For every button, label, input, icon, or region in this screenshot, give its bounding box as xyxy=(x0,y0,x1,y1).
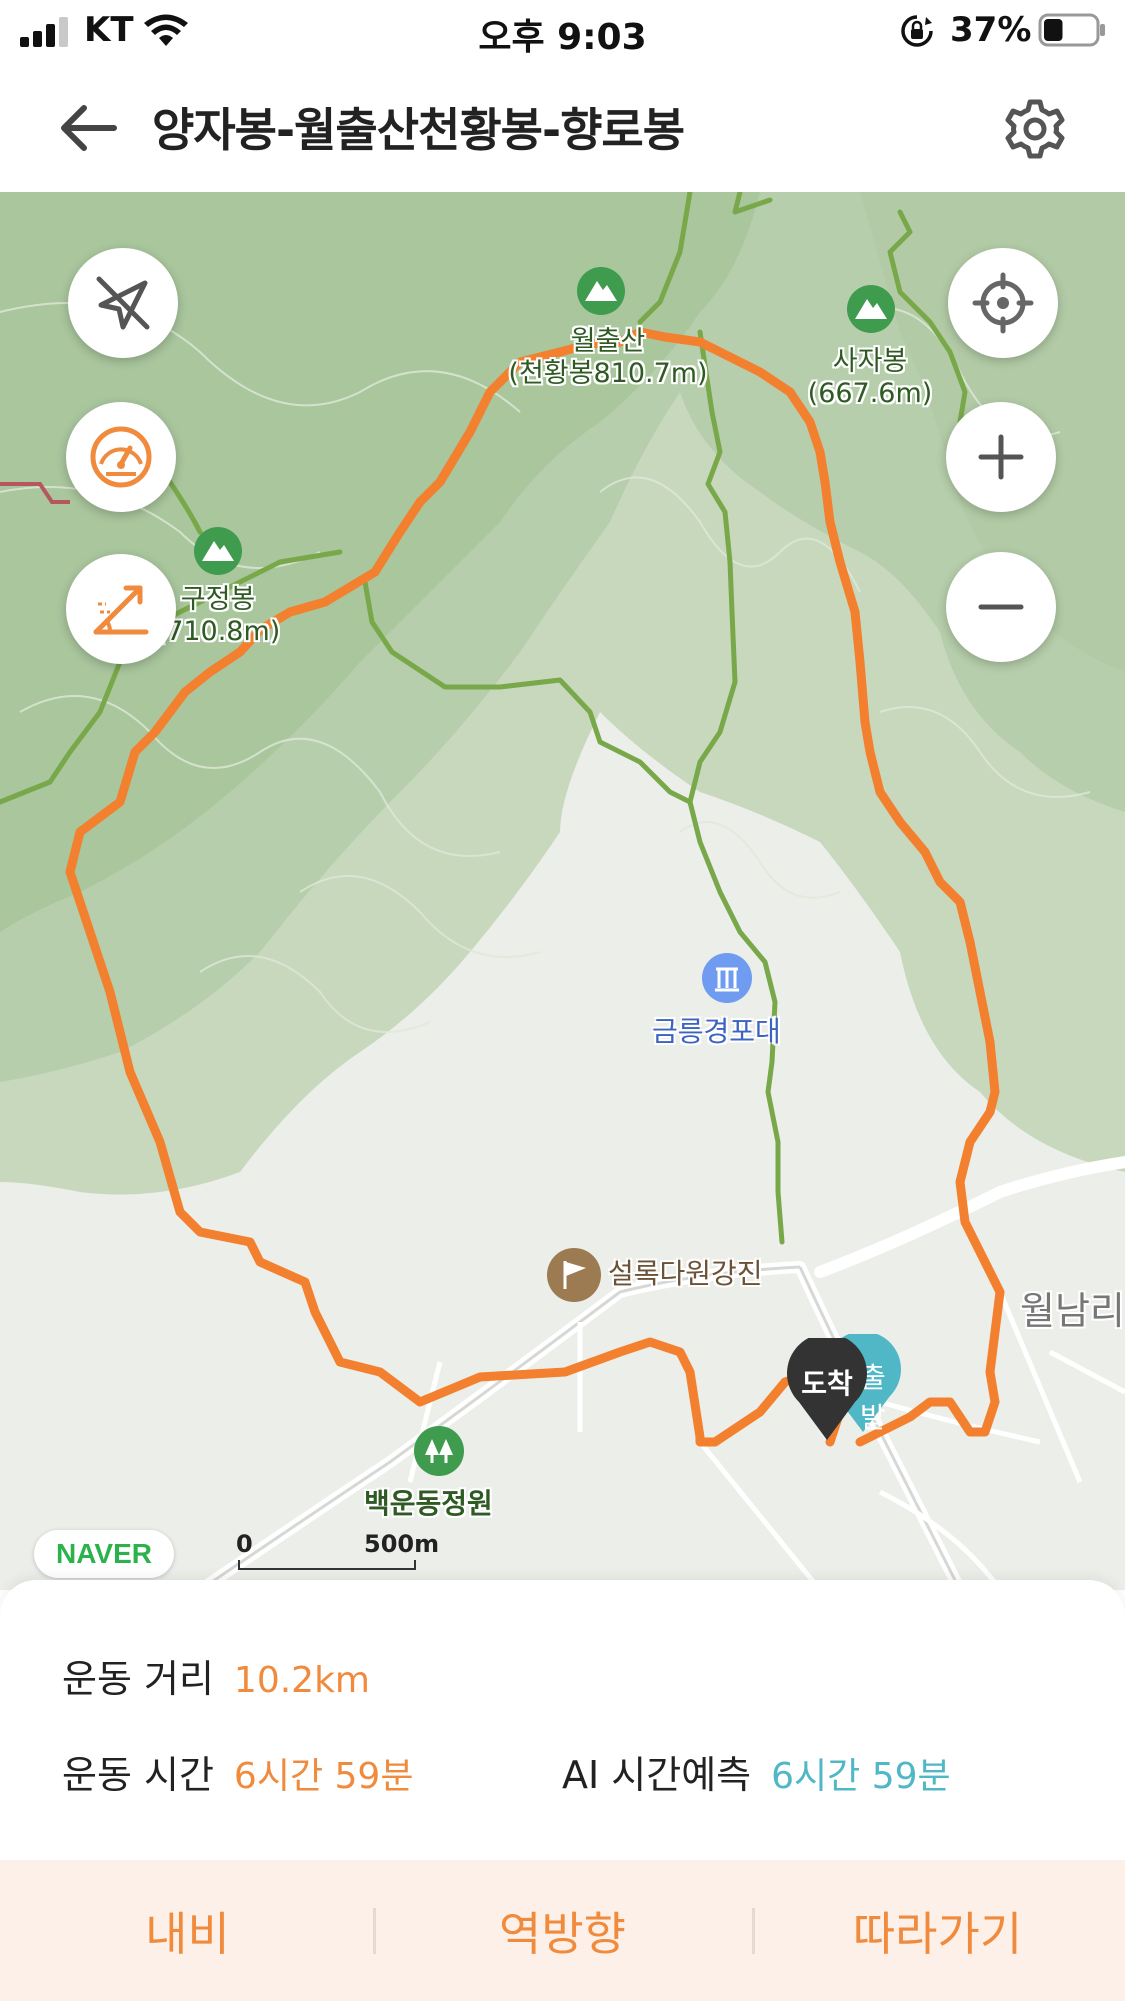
region-label: 월남리 xyxy=(1020,1289,1125,1333)
reverse-button[interactable]: 역방향 xyxy=(375,1860,750,2001)
arrival-marker[interactable]: 도착 xyxy=(782,1338,872,1442)
poi-label: 금릉경포대 xyxy=(652,1015,781,1048)
back-button[interactable] xyxy=(56,100,120,156)
map-scale: 0 500m xyxy=(236,1530,439,1570)
locate-icon xyxy=(972,272,1034,334)
distance-stat: 운동 거리 10.2km xyxy=(62,1648,370,1703)
scale-bar xyxy=(238,1560,416,1570)
status-bar: KT 오후 9:03 37% xyxy=(0,0,1125,64)
waterfall-icon xyxy=(702,953,752,1003)
time-label: 운동 시간 xyxy=(62,1753,214,1797)
time-value: 6시간 59분 xyxy=(233,1756,414,1797)
peak-label: 사자봉 (667.6m) xyxy=(807,346,933,409)
ai-time-stat: AI 시간예측 6시간 59분 xyxy=(562,1744,951,1799)
flag-icon xyxy=(547,1248,601,1302)
scale-distance: 500m xyxy=(364,1530,440,1558)
zoom-in-icon xyxy=(978,434,1024,480)
distance-label: 운동 거리 xyxy=(62,1657,214,1701)
map-terrain xyxy=(0,192,1125,1590)
action-bar: 내비 역방향 따라가기 xyxy=(0,1860,1125,2001)
page-title: 양자봉-월출산천황봉-향로봉 xyxy=(152,103,685,157)
elevation-icon xyxy=(93,585,149,635)
compass-toggle-button[interactable] xyxy=(68,248,178,358)
distance-value: 10.2km xyxy=(233,1660,370,1701)
battery-percent: 37% xyxy=(950,10,1032,50)
speedometer-icon xyxy=(90,426,152,488)
zoom-in-button[interactable] xyxy=(946,402,1056,512)
top-bar: 양자봉-월출산천황봉-향로봉 xyxy=(0,64,1125,192)
mountain-icon xyxy=(194,527,242,575)
scale-zero: 0 xyxy=(236,1530,253,1558)
gear-icon xyxy=(1005,99,1065,159)
map-view[interactable]: 월출산 (천황봉810.7m) 사자봉 (667.6m) 구정봉 (710.8m) 금… xyxy=(0,192,1125,1590)
follow-button[interactable]: 따라가기 xyxy=(750,1860,1125,2001)
zoom-out-icon xyxy=(978,604,1024,610)
elevation-button[interactable] xyxy=(66,554,176,664)
zoom-out-button[interactable] xyxy=(946,552,1056,662)
naver-logo: NAVER xyxy=(34,1530,174,1578)
settings-button[interactable] xyxy=(1000,96,1070,162)
compass-off-icon xyxy=(96,276,150,330)
ai-time-label: AI 시간예측 xyxy=(562,1753,752,1797)
mountain-icon xyxy=(577,267,625,315)
ai-time-value: 6시간 59분 xyxy=(771,1756,951,1797)
time-stat: 운동 시간 6시간 59분 xyxy=(62,1744,413,1799)
locate-button[interactable] xyxy=(948,248,1058,358)
peak-label: 월출산 (천황봉810.7m) xyxy=(508,326,708,389)
battery-icon xyxy=(1038,13,1105,47)
mountain-icon xyxy=(847,285,895,333)
poi-label: 설록다원강진 xyxy=(608,1257,763,1290)
arrow-left-icon xyxy=(61,105,117,151)
poi-label: 백운동정원 xyxy=(364,1487,493,1520)
navigate-button[interactable]: 내비 xyxy=(0,1860,375,2001)
rotation-lock-icon xyxy=(901,15,933,47)
speed-button[interactable] xyxy=(66,402,176,512)
tree-icon xyxy=(414,1426,464,1476)
